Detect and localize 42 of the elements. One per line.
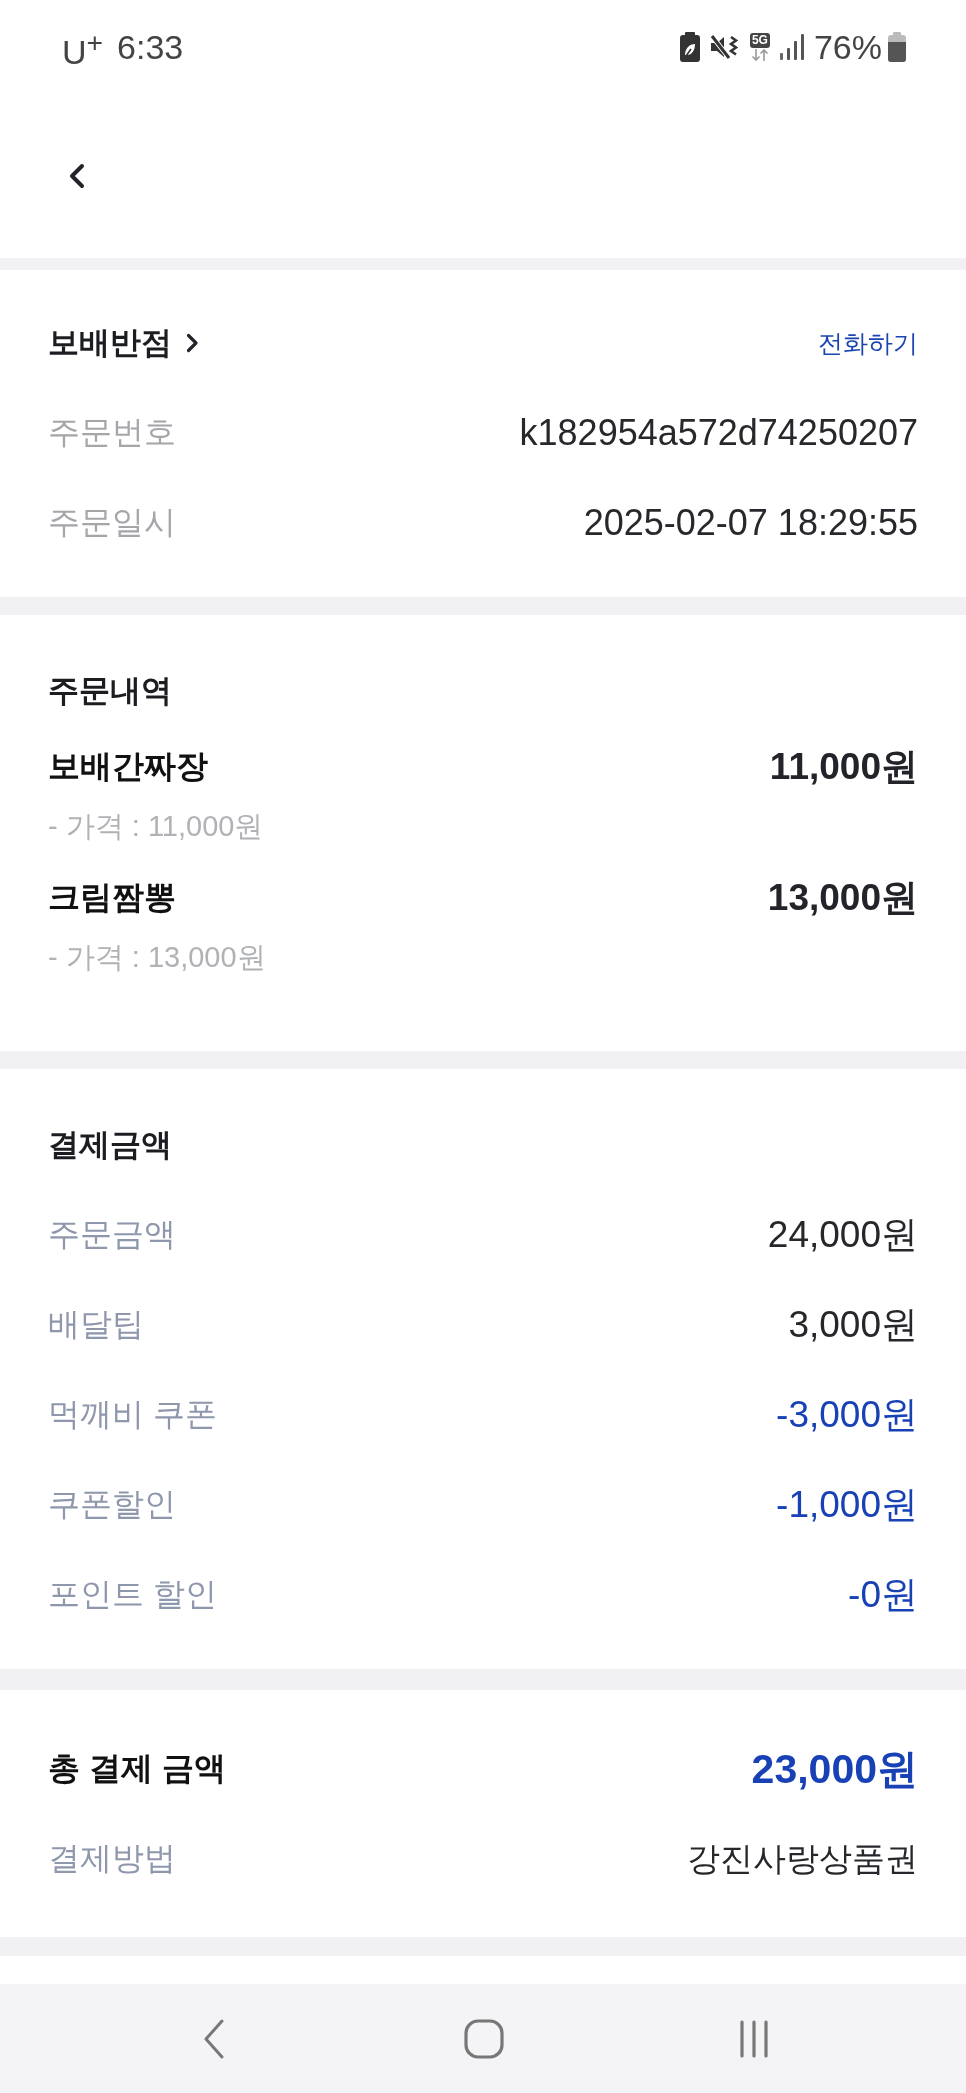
chevron-right-icon bbox=[186, 333, 199, 353]
carrier-name: U$^{+}$ bbox=[62, 24, 104, 73]
payment-value: -0원 bbox=[848, 1573, 918, 1617]
menu-item-price-detail: - 가격 : 11,000원 bbox=[48, 809, 264, 844]
detail-value: 2025-02-07 18:29:55 bbox=[583, 502, 918, 544]
payment-label: 배달팁 bbox=[48, 1305, 144, 1344]
total-label: 총 결제 금액 bbox=[48, 1749, 226, 1788]
payment-value: -3,000원 bbox=[776, 1393, 918, 1437]
payment-label: 포인트 할인 bbox=[48, 1575, 217, 1614]
payment-label: 먹깨비 쿠폰 bbox=[48, 1395, 217, 1434]
payment-value: -1,000원 bbox=[776, 1483, 918, 1527]
data-arrows-icon bbox=[750, 49, 769, 61]
clock-time: 6:33 bbox=[117, 27, 184, 67]
battery-percent: 76% bbox=[813, 27, 882, 67]
chevron-left-icon bbox=[68, 163, 86, 189]
network-type-badge: 5G bbox=[749, 33, 770, 48]
menu-item-amount: 11,000원 bbox=[769, 745, 918, 789]
menu-item-price-detail: - 가격 : 13,000원 bbox=[48, 940, 266, 975]
battery-leaf-icon bbox=[679, 32, 700, 62]
chevron-left-icon bbox=[203, 2018, 225, 2059]
battery-icon bbox=[888, 32, 906, 62]
total-amount: 23,000원 bbox=[751, 1744, 918, 1794]
section-title: 주문내역 bbox=[48, 672, 172, 710]
three-bars-icon bbox=[739, 2019, 769, 2058]
menu-item-amount: 13,000원 bbox=[767, 876, 918, 920]
detail-label: 주문번호 bbox=[48, 413, 176, 452]
menu-item-name: 크림짬뽕 bbox=[48, 878, 176, 917]
payment-label: 쿠폰할인 bbox=[48, 1485, 176, 1524]
call-link[interactable]: 전화하기 bbox=[818, 326, 918, 360]
detail-value: k182954a572d74250207 bbox=[519, 412, 918, 454]
payment-method-label: 결제방법 bbox=[48, 1839, 176, 1878]
payment-label: 주문금액 bbox=[48, 1215, 176, 1254]
muted-speaker-icon bbox=[709, 33, 740, 61]
section-title: 결제금액 bbox=[48, 1126, 172, 1164]
store-name-link[interactable]: 보배반점 bbox=[48, 322, 199, 364]
payment-value: 24,000원 bbox=[767, 1213, 918, 1257]
detail-label: 주문일시 bbox=[48, 503, 176, 542]
payment-method-value: 강진사랑상품권 bbox=[687, 1838, 918, 1879]
rounded-square-icon bbox=[464, 2018, 504, 2059]
signal-bars-icon bbox=[779, 34, 804, 60]
payment-value: 3,000원 bbox=[788, 1303, 918, 1347]
menu-item-name: 보배간짜장 bbox=[48, 747, 208, 786]
